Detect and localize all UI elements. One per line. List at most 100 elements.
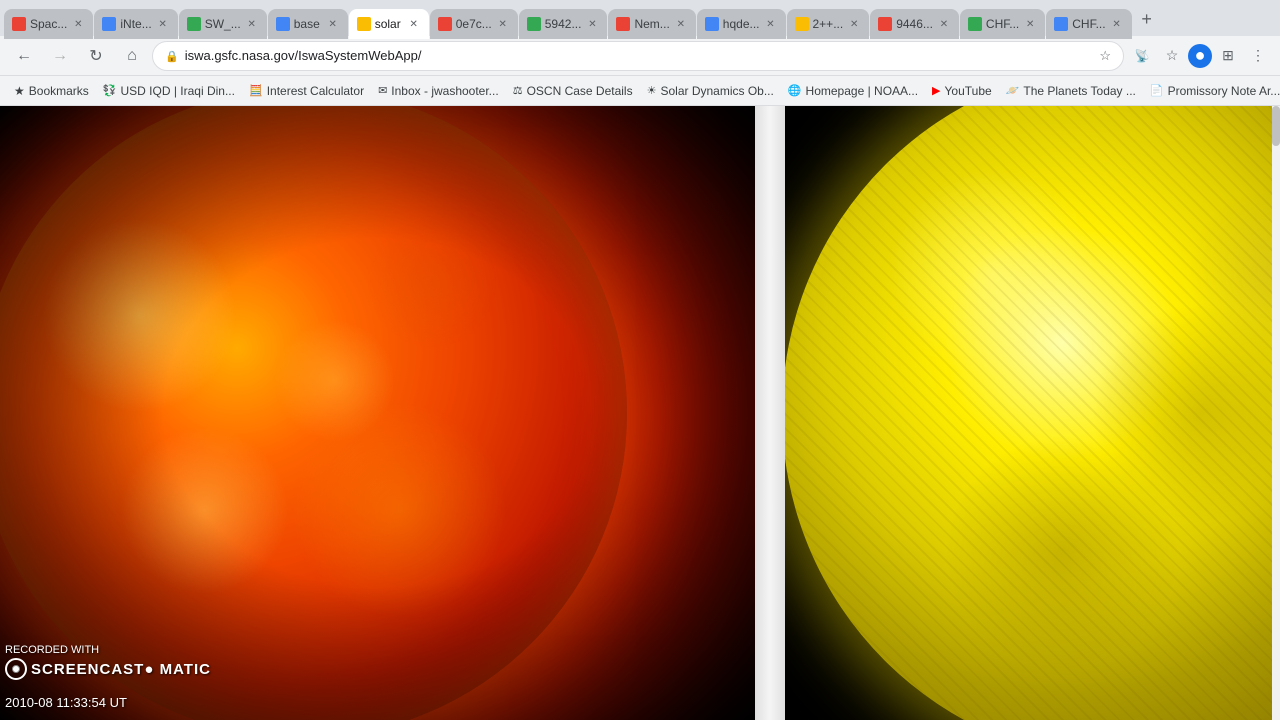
bookmark-solar[interactable]: ☀ Solar Dynamics Ob... xyxy=(641,82,780,100)
solar-left-panel xyxy=(0,106,755,720)
bookmark-icon-promissory: 📄 xyxy=(1150,84,1164,97)
bookmark-icon-bookmarks: ★ xyxy=(14,84,25,98)
cast-button[interactable]: 📡 xyxy=(1128,42,1156,70)
tab-favicon-chf2 xyxy=(1054,17,1068,31)
tab-close-2pp[interactable]: ✕ xyxy=(847,17,861,31)
bookmark-label-promissory: Promissory Note Ar... xyxy=(1168,84,1280,98)
tab-favicon-sw xyxy=(187,17,201,31)
refresh-icon xyxy=(89,46,102,66)
tab-9446[interactable]: 9446... ✕ xyxy=(870,9,959,39)
bookmark-icon-youtube: ▶ xyxy=(932,84,940,97)
tab-space[interactable]: Spac... ✕ xyxy=(4,9,93,39)
tab-favicon-hqde xyxy=(705,17,719,31)
tab-label-chf2: CHF... xyxy=(1072,17,1105,31)
screencast-logo: SCREENCAST● MATIC xyxy=(5,658,211,680)
recorded-with-label: RECORDED WITH xyxy=(5,644,211,656)
tab-favicon-0e7c xyxy=(438,17,452,31)
tab-favicon-nem xyxy=(616,17,630,31)
bookmark-usd[interactable]: 💱 USD IQD | Iraqi Din... xyxy=(97,82,241,100)
tab-favicon-5942 xyxy=(527,17,541,31)
tab-nem[interactable]: Nem... ✕ xyxy=(608,9,695,39)
tab-close-chf1[interactable]: ✕ xyxy=(1023,17,1037,31)
bookmark-icon-inbox: ✉ xyxy=(378,84,387,97)
back-icon xyxy=(16,47,32,65)
bookmark-icon-solar: ☀ xyxy=(647,84,657,97)
tab-label-nem: Nem... xyxy=(634,17,669,31)
tab-0e7c[interactable]: 0e7c... ✕ xyxy=(430,9,518,39)
refresh-button[interactable] xyxy=(80,40,112,72)
bookmark-label-solar: Solar Dynamics Ob... xyxy=(660,84,773,98)
profile-button[interactable]: ● xyxy=(1188,44,1212,68)
main-content: RECORDED WITH SCREENCAST● MATIC 2010-08 … xyxy=(0,106,1280,720)
sun-left xyxy=(0,106,627,720)
tab-favicon-inte xyxy=(102,17,116,31)
extensions-button[interactable]: ⊞ xyxy=(1214,42,1242,70)
bookmark-button[interactable]: ☆ xyxy=(1158,42,1186,70)
bookmark-promissory[interactable]: 📄 Promissory Note Ar... xyxy=(1144,82,1280,100)
tab-label-5942: 5942... xyxy=(545,17,582,31)
tab-close-inte[interactable]: ✕ xyxy=(156,17,170,31)
bookmark-youtube[interactable]: ▶ YouTube xyxy=(926,82,998,100)
bookmark-planets[interactable]: 🪐 The Planets Today ... xyxy=(1000,82,1142,100)
scrollbar-thumb[interactable] xyxy=(1272,106,1280,146)
nav-icons: 📡 ☆ ● ⊞ ⋮ xyxy=(1128,42,1272,70)
scrollbar[interactable] xyxy=(1272,106,1280,720)
tab-base[interactable]: base ✕ xyxy=(268,9,348,39)
tab-favicon-9446 xyxy=(878,17,892,31)
bookmark-icon-oscn: ⚖ xyxy=(513,84,523,97)
screencast-circle-icon xyxy=(5,658,27,680)
tab-close-5942[interactable]: ✕ xyxy=(585,17,599,31)
bookmark-icon-planets: 🪐 xyxy=(1006,84,1020,97)
tab-2pp[interactable]: 2++... ✕ xyxy=(787,9,870,39)
address-bar[interactable]: iswa.gsfc.nasa.gov/IswaSystemWebApp/ xyxy=(152,41,1124,71)
tab-chf2[interactable]: CHF... ✕ xyxy=(1046,9,1131,39)
tab-close-space[interactable]: ✕ xyxy=(71,17,85,31)
bookmark-inbox[interactable]: ✉ Inbox - jwashooter... xyxy=(372,82,505,100)
bookmark-icon-homepage: 🌐 xyxy=(788,84,802,97)
bookmark-label-planets: The Planets Today ... xyxy=(1023,84,1136,98)
tab-close-base[interactable]: ✕ xyxy=(326,17,340,31)
home-icon xyxy=(127,47,137,65)
panel-divider xyxy=(755,106,785,720)
timestamp-value: 2010-08 11:33:54 UT xyxy=(5,695,127,710)
tab-close-solar[interactable]: ✕ xyxy=(407,17,421,31)
tab-sw[interactable]: SW_... ✕ xyxy=(179,9,267,39)
bookmark-interest[interactable]: 🧮 Interest Calculator xyxy=(243,82,370,100)
bookmark-label-inbox: Inbox - jwashooter... xyxy=(391,84,498,98)
tab-close-9446[interactable]: ✕ xyxy=(937,17,951,31)
tab-solar[interactable]: solar ✕ xyxy=(349,9,429,39)
tab-label-9446: 9446... xyxy=(896,17,933,31)
tab-favicon-2pp xyxy=(795,17,809,31)
bookmark-label-interest: Interest Calculator xyxy=(267,84,364,98)
tab-label-space: Spac... xyxy=(30,17,67,31)
sun-right xyxy=(785,106,1280,720)
tab-label-solar: solar xyxy=(375,17,401,31)
tab-hqde[interactable]: hqde... ✕ xyxy=(697,9,786,39)
bookmark-label-oscn: OSCN Case Details xyxy=(527,84,633,98)
tab-close-nem[interactable]: ✕ xyxy=(674,17,688,31)
new-tab-button[interactable]: + xyxy=(1133,5,1161,33)
forward-icon xyxy=(52,47,68,65)
tab-label-chf1: CHF... xyxy=(986,17,1019,31)
bookmark-homepage[interactable]: 🌐 Homepage | NOAA... xyxy=(782,82,924,100)
home-button[interactable] xyxy=(116,40,148,72)
settings-button[interactable]: ⋮ xyxy=(1244,42,1272,70)
tab-chf1[interactable]: CHF... ✕ xyxy=(960,9,1045,39)
bookmark-bookmarks[interactable]: ★ Bookmarks xyxy=(8,82,95,100)
screencast-overlay: RECORDED WITH SCREENCAST● MATIC xyxy=(5,644,211,680)
star-icon[interactable] xyxy=(1099,48,1111,64)
tab-5942[interactable]: 5942... ✕ xyxy=(519,9,608,39)
tab-close-chf2[interactable]: ✕ xyxy=(1110,17,1124,31)
tab-favicon-space xyxy=(12,17,26,31)
tab-favicon-base xyxy=(276,17,290,31)
bookmark-oscn[interactable]: ⚖ OSCN Case Details xyxy=(507,82,639,100)
tab-close-hqde[interactable]: ✕ xyxy=(764,17,778,31)
tab-close-0e7c[interactable]: ✕ xyxy=(496,17,510,31)
timestamp-overlay: 2010-08 11:33:54 UT xyxy=(5,695,127,710)
tab-inte[interactable]: iNte... ✕ xyxy=(94,9,177,39)
forward-button[interactable] xyxy=(44,40,76,72)
back-button[interactable] xyxy=(8,40,40,72)
tab-favicon-chf1 xyxy=(968,17,982,31)
lock-icon xyxy=(165,48,179,63)
tab-close-sw[interactable]: ✕ xyxy=(245,17,259,31)
